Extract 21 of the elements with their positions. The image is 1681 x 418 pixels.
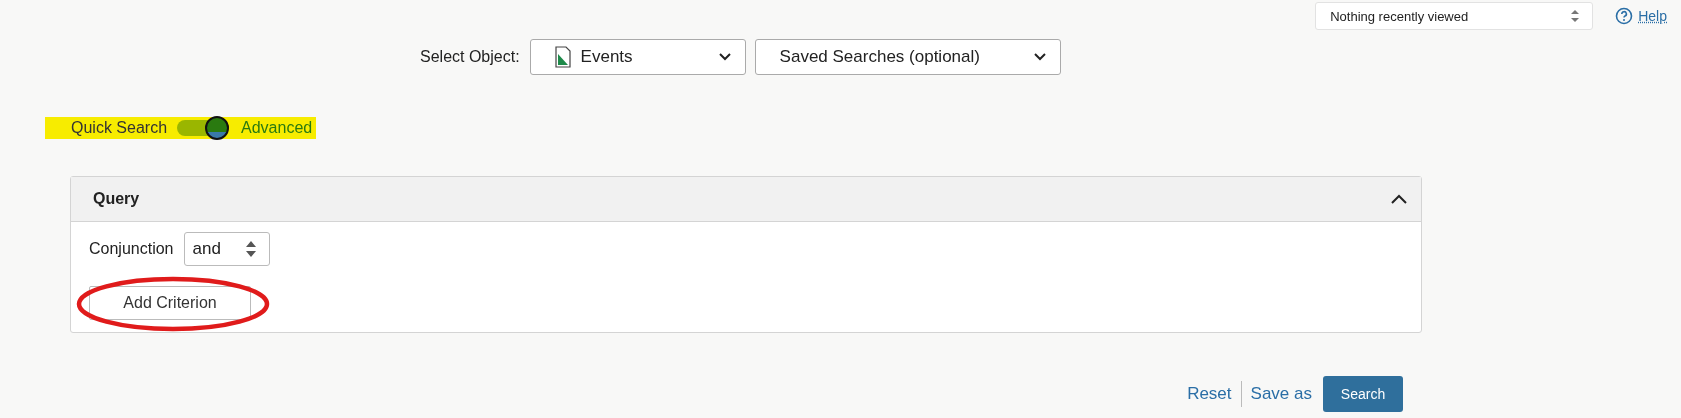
saved-searches-dropdown[interactable]: Saved Searches (optional) — [754, 39, 1061, 75]
chevron-down-icon — [1033, 53, 1046, 61]
action-link[interactable]: Save as — [1250, 384, 1312, 404]
recent-items-dropdown[interactable]: Nothing recently viewed — [1315, 2, 1594, 30]
query-title: Query — [93, 190, 140, 208]
advanced-label: Advanced — [241, 119, 313, 137]
document-icon — [554, 46, 571, 68]
select-object-label: Select Object: — [420, 48, 520, 66]
add-criterion-button[interactable]: Add Criterion — [89, 286, 251, 320]
conjunction-label: Conjunction — [89, 240, 174, 258]
sort-arrows-icon — [244, 240, 257, 258]
help-icon[interactable] — [1615, 7, 1634, 25]
search-button[interactable]: Search — [1323, 376, 1403, 412]
help-link[interactable]: Help — [1638, 8, 1667, 24]
object-dropdown[interactable]: Events — [529, 39, 746, 75]
chevron-down-icon — [718, 53, 731, 61]
action-link[interactable]: Reset — [1187, 384, 1232, 404]
quick-search-label: Quick Search — [71, 119, 168, 137]
conjunction-select[interactable]: and — [183, 232, 270, 266]
chevron-up-icon[interactable] — [1391, 194, 1407, 204]
sort-arrows-icon — [1570, 9, 1581, 23]
